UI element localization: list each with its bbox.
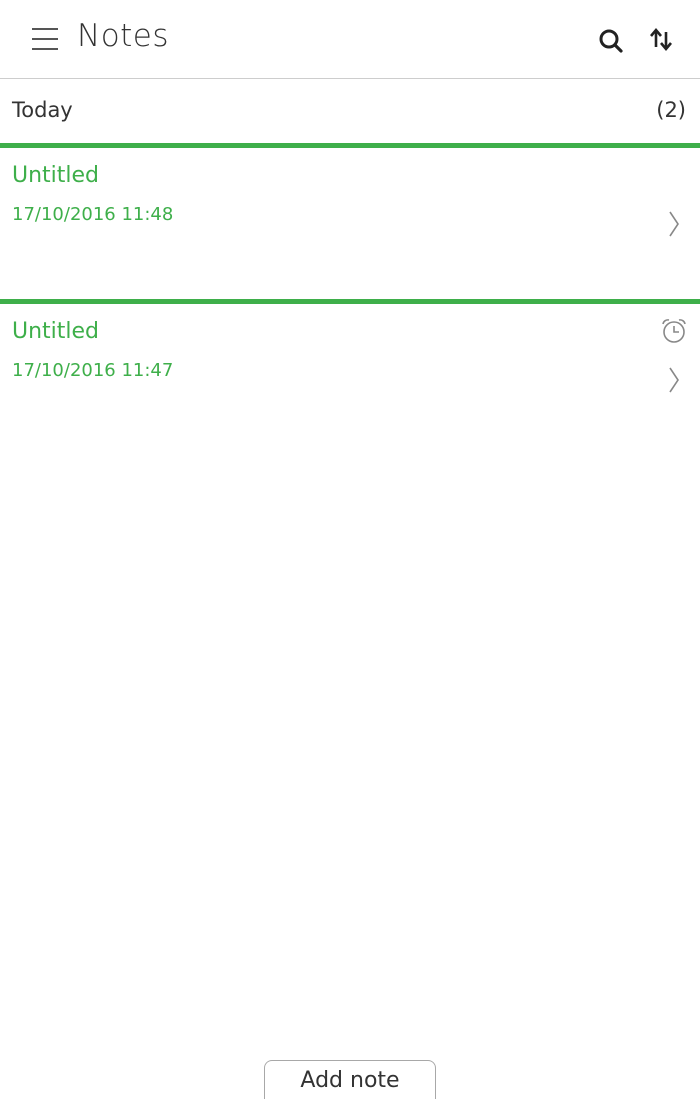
hamburger-menu-icon[interactable] — [26, 22, 64, 56]
note-title: Untitled — [12, 319, 100, 344]
note-date: 17/10/2016 11:47 — [12, 360, 174, 381]
search-icon[interactable] — [594, 24, 628, 58]
note-date: 17/10/2016 11:48 — [12, 204, 174, 225]
add-note-button[interactable]: Add note — [264, 1060, 436, 1099]
chevron-right-icon — [664, 208, 684, 240]
chevron-right-icon — [664, 364, 684, 396]
app-header: Notes — [0, 0, 700, 79]
notes-app: Notes Today (2) Untitled 17/10/2016 11:4… — [0, 0, 700, 1099]
note-title: Untitled — [12, 163, 100, 188]
section-count: (2) — [656, 98, 686, 122]
note-item[interactable]: Untitled 17/10/2016 11:48 — [0, 143, 700, 299]
section-label: Today — [12, 98, 73, 122]
sort-icon[interactable] — [645, 24, 679, 56]
page-title: Notes — [77, 18, 170, 54]
alarm-clock-icon — [660, 317, 688, 345]
note-item[interactable]: Untitled 17/10/2016 11:47 — [0, 299, 700, 455]
add-note-label: Add note — [300, 1068, 400, 1093]
section-header-today: Today (2) — [0, 80, 700, 143]
